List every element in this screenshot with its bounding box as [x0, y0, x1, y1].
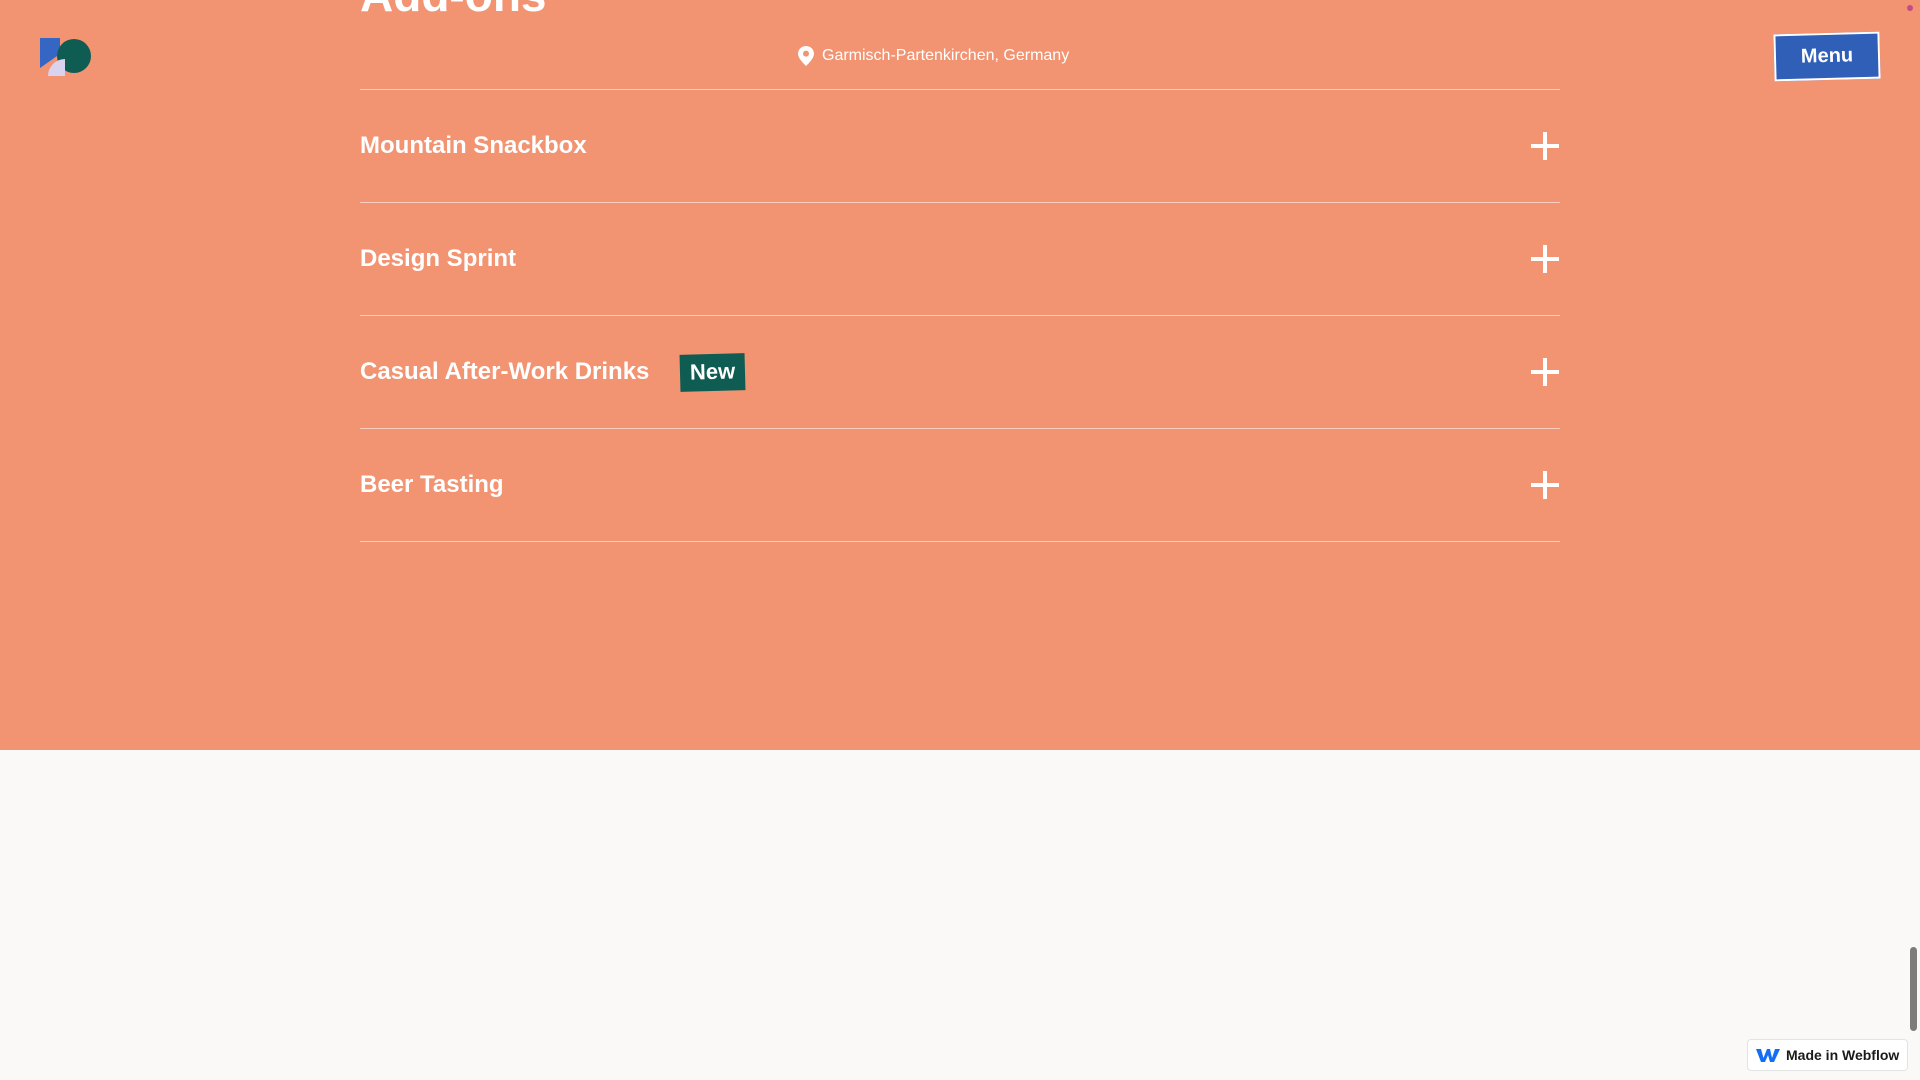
accordion-item-casual-after-work-drinks[interactable]: Casual After-Work Drinks New	[360, 316, 1560, 429]
accordion-item-design-sprint[interactable]: Design Sprint	[360, 203, 1560, 316]
made-in-webflow-badge[interactable]: Made in Webflow	[1747, 1039, 1909, 1071]
menu-button[interactable]: Menu	[1773, 31, 1881, 82]
accordion-item-title: Beer Tasting	[360, 471, 504, 498]
location-line: Garmisch-Partenkirchen, Germany	[798, 46, 1069, 66]
plus-icon[interactable]	[1530, 244, 1560, 274]
section-title: Add-ons	[360, 0, 547, 18]
scrollbar-thumb[interactable]	[1910, 947, 1917, 1031]
accordion-item-heading: Mountain Snackbox	[360, 132, 587, 160]
plus-icon[interactable]	[1530, 470, 1560, 500]
add-ons-section: Add-ons Garmisch-Partenkirchen, Germany …	[0, 0, 1920, 750]
accordion-item-mountain-snackbox[interactable]: Mountain Snackbox	[360, 90, 1560, 203]
new-badge: New	[679, 352, 747, 392]
accordion-item-title: Casual After-Work Drinks	[360, 358, 650, 385]
corner-dot	[1907, 5, 1913, 11]
studio-logo-icon[interactable]	[38, 36, 94, 76]
webflow-badge-label: Made in Webflow	[1786, 1047, 1900, 1063]
plus-icon[interactable]	[1530, 131, 1560, 161]
location-text: Garmisch-Partenkirchen, Germany	[822, 47, 1070, 64]
add-ons-accordion: Mountain Snackbox Design Sprint Casual A…	[360, 89, 1560, 542]
accordion-item-title: Mountain Snackbox	[360, 132, 587, 159]
accordion-item-beer-tasting[interactable]: Beer Tasting	[360, 429, 1560, 542]
accordion-item-heading: Beer Tasting	[360, 471, 504, 499]
plus-icon[interactable]	[1530, 357, 1560, 387]
page: Add-ons Garmisch-Partenkirchen, Germany …	[0, 0, 1920, 1080]
accordion-item-heading: Design Sprint	[360, 245, 516, 273]
webflow-logo-icon	[1756, 1049, 1780, 1062]
map-pin-icon	[798, 46, 814, 66]
accordion-item-heading: Casual After-Work Drinks New	[360, 352, 747, 392]
accordion-item-title: Design Sprint	[360, 245, 517, 272]
